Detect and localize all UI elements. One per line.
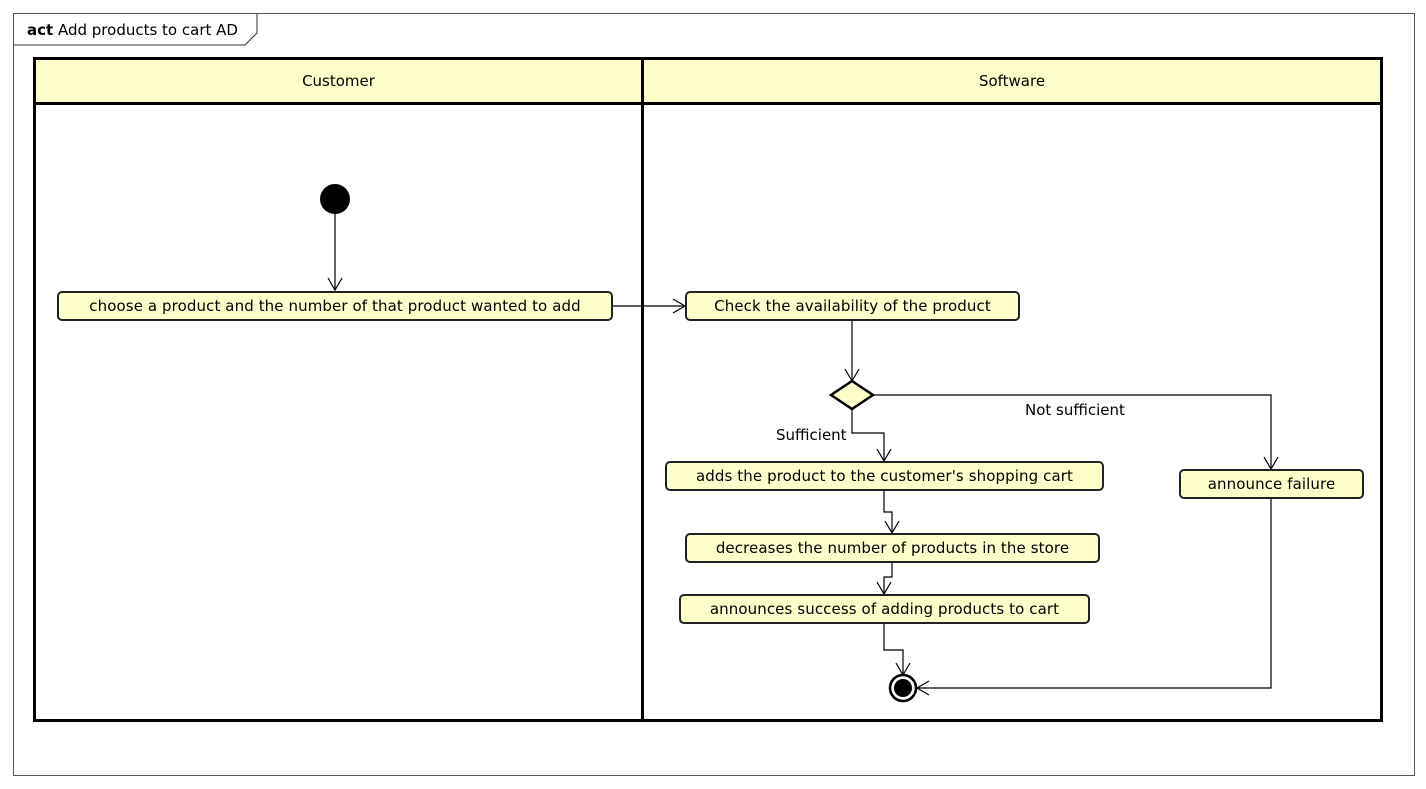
edge-success-to-final (883, 624, 904, 675)
decision-node (828, 379, 876, 411)
action-announce-success-label: announces success of adding products to … (709, 600, 1060, 618)
action-add-to-cart-label: adds the product to the customer's shopp… (695, 467, 1073, 485)
edge-decrease-to-success (883, 562, 893, 594)
guard-sufficient: Sufficient (776, 426, 847, 444)
action-choose-product: choose a product and the number of that … (57, 291, 613, 321)
action-check-availability-label: Check the availability of the product (714, 297, 991, 315)
final-node-core (894, 679, 912, 697)
action-decrease-stock-label: decreases the number of products in the … (715, 539, 1070, 557)
action-announce-failure-label: announce failure (1207, 475, 1336, 493)
initial-node (320, 184, 350, 214)
action-decrease-stock: decreases the number of products in the … (685, 533, 1100, 563)
action-check-availability: Check the availability of the product (685, 291, 1020, 321)
action-choose-product-label: choose a product and the number of that … (89, 297, 581, 315)
action-add-to-cart: adds the product to the customer's shopp… (665, 461, 1104, 491)
guard-not-sufficient: Not sufficient (1025, 401, 1125, 419)
flow-edges (320, 184, 1279, 703)
action-announce-failure: announce failure (1179, 469, 1364, 499)
action-announce-success: announces success of adding products to … (679, 594, 1090, 624)
edge-failure-to-final (917, 498, 1272, 689)
